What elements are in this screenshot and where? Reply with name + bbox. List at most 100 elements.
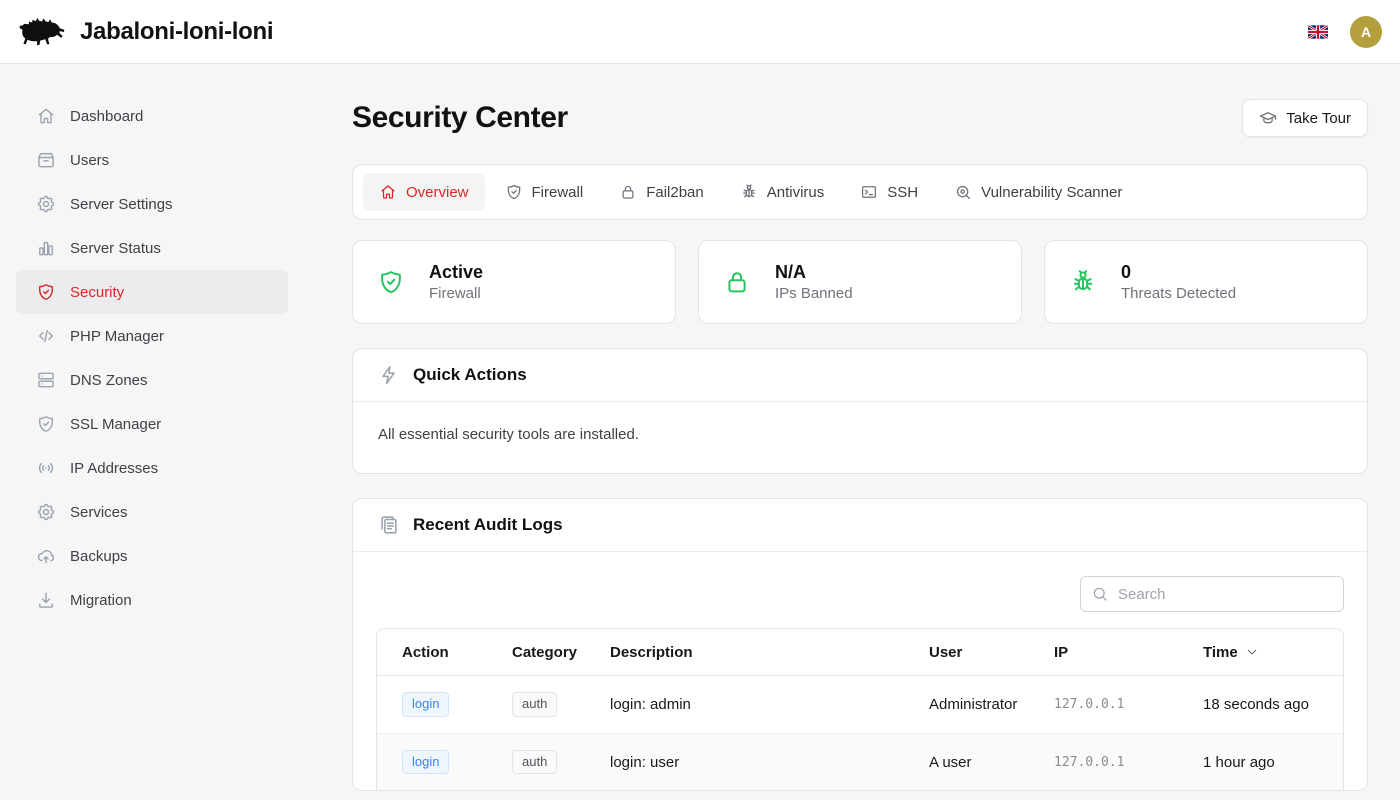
graduation-cap-icon [1259,109,1277,127]
quick-actions-card: Quick Actions All essential security too… [352,348,1368,474]
table-row: login auth login: user A user 127.0.0.1 … [377,733,1343,790]
tab-vulnerability-scanner[interactable]: Vulnerability Scanner [938,173,1138,211]
sidebar-item-label: Users [70,152,109,169]
column-header-category: Category [512,644,610,661]
search-input[interactable] [1080,576,1344,612]
log-user: A user [929,754,1054,771]
category-badge: auth [512,750,557,775]
sidebar-item-label: Server Status [70,240,161,257]
page-title: Security Center [352,101,568,135]
audit-log-icon [378,514,400,536]
category-badge: auth [512,692,557,717]
bug-icon [740,183,758,201]
brand[interactable]: Jabaloni-loni-loni [18,14,273,50]
stat-card-firewall: Active Firewall [352,240,676,324]
sidebar-item-label: IP Addresses [70,460,158,477]
section-title: Recent Audit Logs [413,515,563,535]
audit-logs-card: Recent Audit Logs Action Category Descri… [352,498,1368,791]
sidebar-item-server-status[interactable]: Server Status [16,226,288,270]
sidebar-item-label: Services [70,504,128,521]
stat-label: IPs Banned [775,284,853,304]
gear-icon [36,194,56,214]
bug-icon [1069,268,1097,296]
app-title: Jabaloni-loni-loni [80,18,273,46]
action-badge[interactable]: login [402,692,449,717]
tab-firewall[interactable]: Firewall [489,173,600,211]
column-header-ip: IP [1054,644,1203,661]
sidebar-item-ssl-manager[interactable]: SSL Manager [16,402,288,446]
sidebar-item-migration[interactable]: Migration [16,578,288,622]
server-stack-icon [36,370,56,390]
sidebar-item-label: Server Settings [70,196,173,213]
stat-value: Active [429,260,483,284]
shield-icon [505,183,523,201]
section-title: Quick Actions [413,365,527,385]
stat-card-ips-banned: N/A IPs Banned [698,240,1022,324]
audit-logs-table: Action Category Description User IP Time… [376,628,1344,790]
stat-value: 0 [1121,260,1236,284]
log-description: login: admin [610,696,929,713]
sidebar-item-dashboard[interactable]: Dashboard [16,94,288,138]
column-header-time-sortable[interactable]: Time [1203,644,1343,661]
lock-icon [619,183,637,201]
code-icon [36,326,56,346]
column-header-description: Description [610,644,929,661]
sidebar: Dashboard Users Server Settings Server S… [0,64,304,800]
cloud-upload-icon [36,546,56,566]
sidebar-item-label: Security [70,284,124,301]
gear-icon [36,502,56,522]
stat-label: Firewall [429,284,483,304]
action-badge[interactable]: login [402,750,449,775]
download-icon [36,590,56,610]
shield-check-icon [36,414,56,434]
sidebar-item-services[interactable]: Services [16,490,288,534]
lock-icon [723,268,751,296]
user-avatar[interactable]: A [1350,16,1382,48]
table-row: login auth login: admin Administrator 12… [377,676,1343,733]
tab-overview[interactable]: Overview [363,173,485,211]
users-drawer-icon [36,150,56,170]
scan-search-icon [954,183,972,201]
sidebar-item-label: DNS Zones [70,372,148,389]
language-flag-uk[interactable] [1308,25,1328,39]
chart-bars-icon [36,238,56,258]
log-time: 1 hour ago [1203,754,1343,771]
home-icon [379,183,397,201]
sidebar-item-label: PHP Manager [70,328,164,345]
sidebar-item-php-manager[interactable]: PHP Manager [16,314,288,358]
terminal-icon [860,183,878,201]
sidebar-item-security[interactable]: Security [16,270,288,314]
tab-ssh[interactable]: SSH [844,173,934,211]
home-icon [36,106,56,126]
sidebar-item-server-settings[interactable]: Server Settings [16,182,288,226]
boar-logo-icon [18,14,68,50]
broadcast-icon [36,458,56,478]
sidebar-item-label: SSL Manager [70,416,161,433]
quick-actions-message: All essential security tools are install… [353,402,1367,473]
table-header-row: Action Category Description User IP Time [377,629,1343,676]
chevron-down-icon [1244,644,1260,660]
sidebar-item-users[interactable]: Users [16,138,288,182]
take-tour-button[interactable]: Take Tour [1242,99,1368,137]
top-bar: Jabaloni-loni-loni A [0,0,1400,64]
column-header-action: Action [402,644,512,661]
main-content: Security Center Take Tour Overview Firew… [304,64,1400,800]
sidebar-item-dns-zones[interactable]: DNS Zones [16,358,288,402]
stat-label: Threats Detected [1121,284,1236,304]
sidebar-item-label: Backups [70,548,128,565]
log-description: login: user [610,754,929,771]
column-header-user: User [929,644,1054,661]
sidebar-item-backups[interactable]: Backups [16,534,288,578]
log-ip: 127.0.0.1 [1054,755,1203,770]
sidebar-item-ip-addresses[interactable]: IP Addresses [16,446,288,490]
shield-check-icon [377,268,405,296]
search-icon [1091,585,1109,603]
log-ip: 127.0.0.1 [1054,697,1203,712]
tab-fail2ban[interactable]: Fail2ban [603,173,720,211]
sidebar-item-label: Dashboard [70,108,143,125]
security-tabs: Overview Firewall Fail2ban Antivirus SSH… [352,164,1368,220]
stat-value: N/A [775,260,853,284]
lightning-icon [378,364,400,386]
tab-antivirus[interactable]: Antivirus [724,173,841,211]
stat-card-threats: 0 Threats Detected [1044,240,1368,324]
